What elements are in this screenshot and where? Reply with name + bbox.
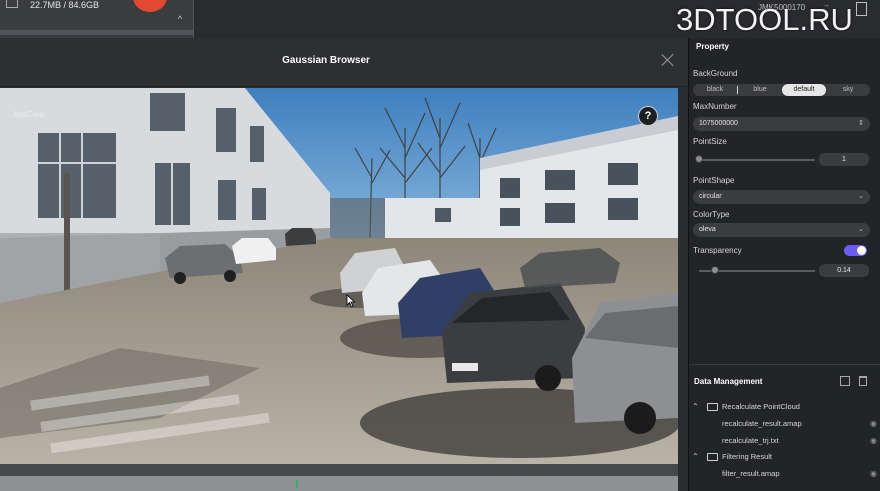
- collapse-icon[interactable]: ^: [178, 14, 182, 24]
- background-option-blue[interactable]: blue: [738, 84, 782, 96]
- point-shape-label: PointShape: [693, 176, 735, 185]
- tree-file-label: recalculate_result.amap: [722, 419, 802, 428]
- dialog-header: Gaussian Browser: [0, 38, 688, 87]
- eye-icon[interactable]: ◉: [870, 433, 877, 449]
- tree-group-label: Filtering Result: [722, 452, 773, 461]
- data-management-header: Data Management: [689, 364, 880, 394]
- storage-bar: [0, 30, 194, 35]
- cursor-icon: [346, 294, 356, 308]
- eye-icon[interactable]: ◉: [870, 416, 877, 432]
- gaussian-viewport[interactable]: JmsCrea ?: [0, 88, 678, 464]
- tree-group-recalculate[interactable]: ⌃ Recalculate PointCloud: [689, 399, 880, 415]
- background-option-black[interactable]: black: [693, 84, 737, 96]
- color-type-label: ColorType: [693, 210, 730, 219]
- background-label: BackGround: [693, 69, 738, 78]
- trash-icon[interactable]: [859, 376, 867, 386]
- tree-file-row[interactable]: recalculate_trj.txt ◉: [689, 433, 880, 449]
- point-size-slider[interactable]: [699, 159, 815, 161]
- record-button[interactable]: [133, 0, 167, 12]
- point-shape-value: circular: [699, 193, 722, 200]
- timeline-bar[interactable]: [0, 476, 678, 491]
- chevron-down-icon: ⌄: [858, 226, 864, 233]
- stepper-icon[interactable]: ⇕: [858, 117, 864, 131]
- property-panel: Property BackGround black blue default s…: [688, 38, 880, 491]
- max-number-label: MaxNumber: [693, 102, 737, 111]
- tree-group-filtering[interactable]: ⌃ Filtering Result: [689, 449, 880, 465]
- export-icon[interactable]: [840, 376, 850, 386]
- tree-file-row[interactable]: recalculate_result.amap ◉: [689, 416, 880, 432]
- max-number-value: 1075000000: [699, 120, 738, 127]
- property-title: Property: [696, 42, 729, 51]
- document-icon[interactable]: [856, 2, 867, 16]
- eye-icon[interactable]: ◉: [870, 466, 877, 482]
- point-size-label: PointSize: [693, 137, 727, 146]
- folder-icon: [707, 403, 718, 411]
- chevron-up-icon[interactable]: ⌃: [692, 399, 699, 415]
- tree-file-label: recalculate_trj.txt: [722, 436, 779, 445]
- storage-icon: [6, 0, 18, 8]
- max-number-input[interactable]: 1075000000 ⇕: [693, 117, 870, 131]
- chevron-down-icon: ⌄: [858, 193, 864, 200]
- scene-render: [0, 88, 678, 464]
- point-size-slider-knob[interactable]: [695, 155, 703, 163]
- background-option-default[interactable]: default: [782, 84, 826, 96]
- tree-group-label: Recalculate PointCloud: [722, 402, 800, 411]
- dialog-title: Gaussian Browser: [282, 55, 370, 66]
- point-size-value[interactable]: 1: [819, 153, 869, 166]
- color-type-select[interactable]: oleva ⌄: [693, 223, 870, 237]
- tree-file-label: filter_result.amap: [722, 469, 780, 478]
- transparency-toggle[interactable]: [844, 245, 867, 256]
- folder-icon: [707, 453, 718, 461]
- tree-file-row[interactable]: filter_result.amap ◉: [689, 466, 880, 482]
- close-icon[interactable]: [660, 52, 676, 68]
- data-management-title: Data Management: [694, 377, 763, 386]
- point-shape-select[interactable]: circular ⌄: [693, 190, 870, 204]
- storage-indicator: 22.7MB / 84.6GB ^: [0, 0, 194, 38]
- timeline-marker[interactable]: [296, 480, 298, 488]
- background-selector: black blue default sky: [693, 84, 870, 96]
- help-button[interactable]: ?: [638, 106, 658, 126]
- transparency-label: Transparency: [693, 246, 742, 255]
- storage-text: 22.7MB / 84.6GB: [30, 0, 100, 10]
- chevron-up-icon[interactable]: ⌃: [692, 449, 699, 465]
- transparency-slider-knob[interactable]: [711, 266, 720, 274]
- watermark: 3DTOOL.RU: [676, 2, 853, 37]
- gaussian-browser-dialog: Gaussian Browser JmsCrea ?: [0, 38, 688, 491]
- transparency-value[interactable]: 0.14: [819, 264, 869, 277]
- viewport-caption: JmsCrea: [12, 110, 45, 119]
- timeline-strip[interactable]: [0, 464, 678, 491]
- color-type-value: oleva: [699, 226, 716, 233]
- background-option-sky[interactable]: sky: [826, 84, 870, 96]
